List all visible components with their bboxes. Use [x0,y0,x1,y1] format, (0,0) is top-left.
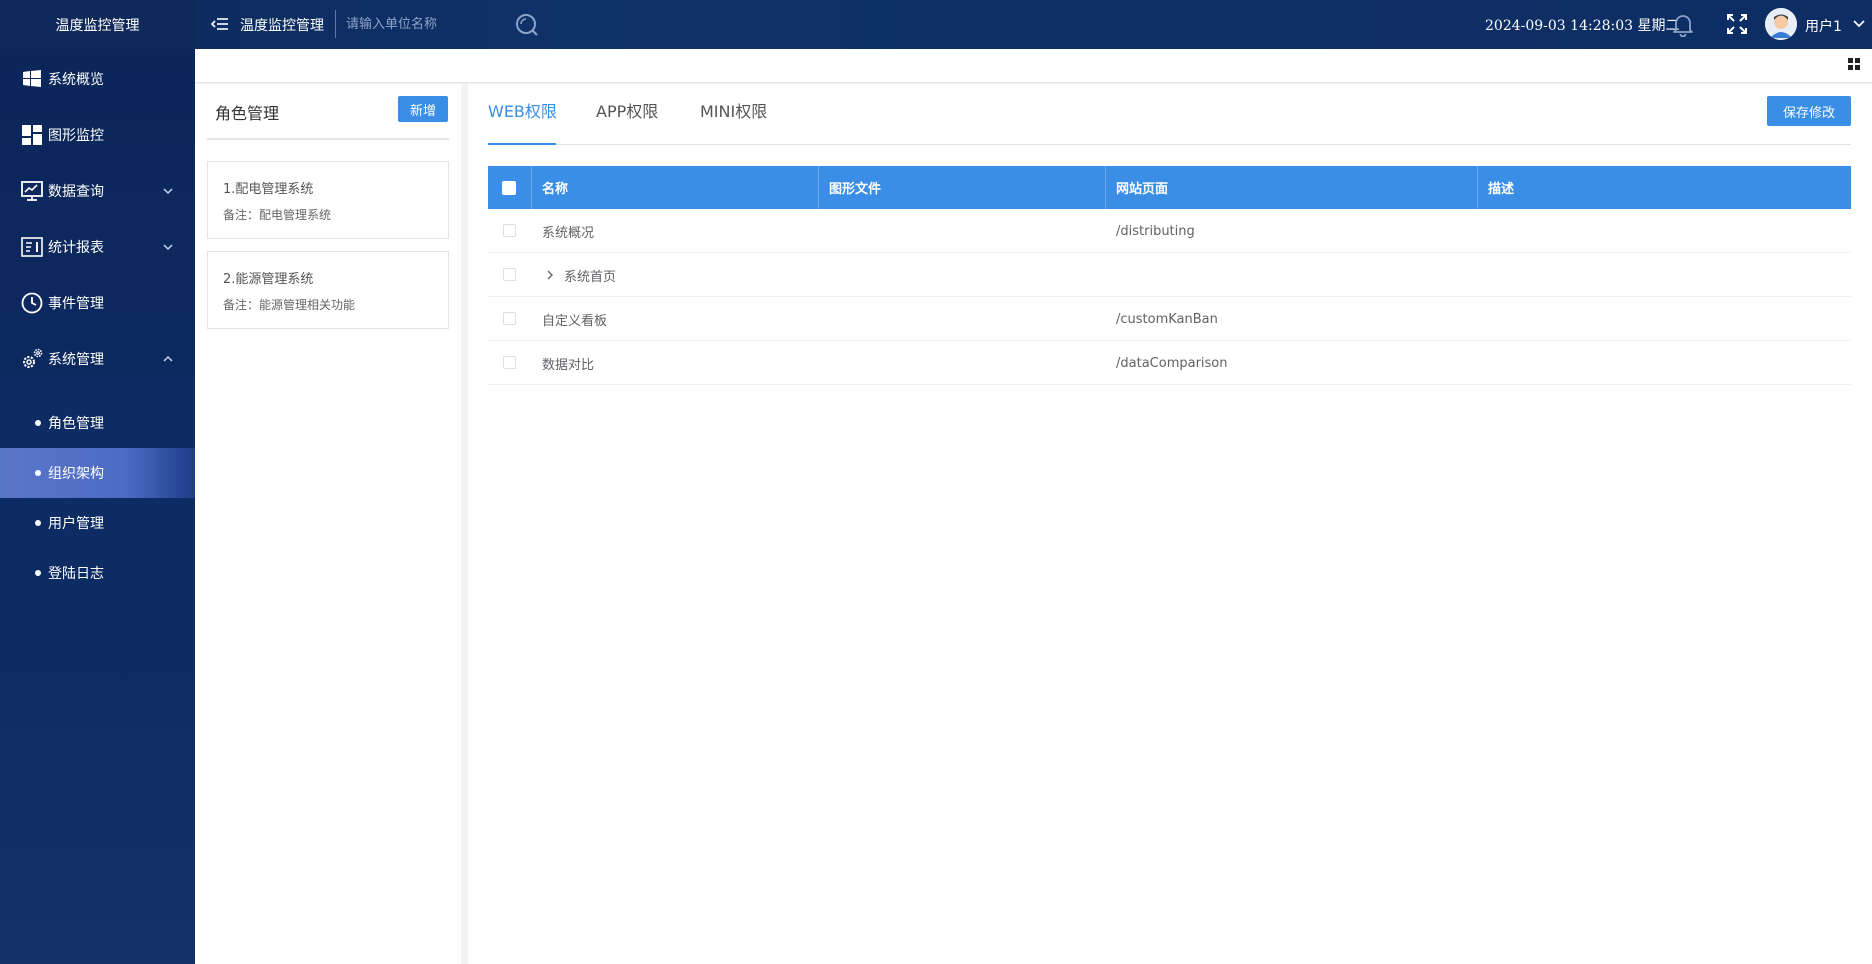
sidebar-item-label: 统计报表 [48,240,104,256]
column-header-file: 图形文件 [819,166,1106,209]
sidebar-item-label: 系统管理 [48,352,104,368]
role-name: 2.能源管理系统 [223,272,314,287]
sidebar-item-label: 图形监控 [48,128,104,144]
chevron-down-icon [163,188,173,195]
clock-icon [21,292,43,314]
cell-name: 系统概况 [542,225,595,241]
bell-icon[interactable] [1670,11,1696,37]
top-bar: 温度监控管理 温度监控管理 2024-09-03 14:28:03 星期二 [0,0,1872,49]
cell-page: /distributing [1116,223,1195,239]
select-all-checkbox[interactable] [502,181,516,195]
sidebar-subitem-organization[interactable]: 组织架构 [0,448,195,498]
column-header-name: 名称 [532,166,819,209]
sidebar-item-events[interactable]: 事件管理 [0,275,195,331]
row-checkbox[interactable] [503,312,516,325]
table-row: 系统概况 /distributing [488,209,1851,253]
column-header-desc: 描述 [1488,182,1515,197]
sidebar-item-label: 数据查询 [48,184,104,200]
divider [207,138,449,140]
tab-mini-permission[interactable]: MINI权限 [700,98,767,122]
tab-app-permission[interactable]: APP权限 [596,98,658,122]
search-input[interactable] [346,12,506,36]
row-checkbox[interactable] [503,224,516,237]
tab-baseline [488,144,1851,145]
row-checkbox[interactable] [503,356,516,369]
avatar[interactable] [1765,8,1797,40]
cell-page: /customKanBan [1116,311,1218,327]
report-icon [21,237,43,257]
chevron-down-icon[interactable] [1852,18,1866,30]
bullet-dot [35,570,41,576]
app-brand: 温度监控管理 [0,0,195,49]
role-name: 1.配电管理系统 [223,182,314,197]
sidebar-subitem-role-management[interactable]: 角色管理 [0,398,195,448]
role-note: 备注：配电管理系统 [223,208,332,222]
sidebar-item-system-management[interactable]: 系统管理 [0,331,195,387]
permission-panel: WEB权限 APP权限 MINI权限 保存修改 名称 图形文件 网站页面 描述 … [468,84,1872,964]
user-avatar-icon [1765,8,1797,40]
cell-page: /dataComparison [1116,355,1228,371]
fullscreen-icon[interactable] [1726,13,1748,35]
chevron-right-icon[interactable] [545,269,555,281]
header-title: 温度监控管理 [240,18,324,34]
bullet-dot [35,520,41,526]
role-card[interactable]: 2.能源管理系统 备注：能源管理相关功能 [207,251,449,329]
sidebar-subitem-login-log[interactable]: 登陆日志 [0,548,195,598]
search-icon[interactable] [514,12,540,38]
sidebar-item-graphic-monitor[interactable]: 图形监控 [0,107,195,163]
grid-icon[interactable] [1848,58,1860,70]
role-card[interactable]: 1.配电管理系统 备注：配电管理系统 [207,161,449,239]
username[interactable]: 用户1 [1805,16,1842,36]
panel-gutter [461,84,468,964]
tab-web-permission[interactable]: WEB权限 [488,98,557,122]
windows-icon [23,70,41,87]
sidebar-item-statistics[interactable]: 统计报表 [0,219,195,275]
tab-strip [195,49,1872,83]
sidebar-subitem-label: 组织架构 [48,466,104,482]
sidebar-item-label: 事件管理 [48,296,104,312]
sidebar-item-overview[interactable]: 系统概览 [0,51,195,107]
table-row: 系统首页 [488,253,1851,297]
sidebar-item-label: 系统概览 [48,72,104,88]
dashboard-icon [22,125,42,145]
sidebar-subitem-label: 登陆日志 [48,566,104,582]
role-panel: 角色管理 新增 1.配电管理系统 备注：配电管理系统 2.能源管理系统 备注：能… [195,84,461,964]
role-panel-title: 角色管理 [215,104,280,123]
chevron-up-icon [163,355,173,362]
sidebar: 系统概览 图形监控 数据查询 统计报表 事件管理 系统管理 角色管理 组织架构 … [0,49,195,964]
sidebar-subitem-user-management[interactable]: 用户管理 [0,498,195,548]
table-header: 名称 图形文件 网站页面 描述 [488,166,1851,209]
cell-name: 系统首页 [564,269,617,285]
sidebar-subitem-label: 角色管理 [48,416,104,432]
cell-name: 自定义看板 [542,313,608,329]
sidebar-subitem-label: 用户管理 [48,516,104,532]
add-role-button[interactable]: 新增 [398,96,448,122]
bullet-dot [35,470,41,476]
table-row: 自定义看板 /customKanBan [488,297,1851,341]
bullet-dot [35,420,41,426]
sidebar-item-data-query[interactable]: 数据查询 [0,163,195,219]
cell-name: 数据对比 [542,357,595,373]
role-note: 备注：能源管理相关功能 [223,298,356,312]
gears-icon [23,348,43,368]
datetime-display: 2024-09-03 14:28:03 星期二 [1485,18,1680,34]
chevron-down-icon [163,244,173,251]
column-header-page: 网站页面 [1106,166,1478,209]
select-all-cell [488,166,532,209]
header-divider [335,10,336,38]
table-row: 数据对比 /dataComparison [488,341,1851,385]
monitor-icon [21,181,43,201]
row-checkbox[interactable] [503,268,516,281]
menu-collapse-icon[interactable] [210,14,230,34]
active-tab-indicator [488,143,556,145]
save-changes-button[interactable]: 保存修改 [1767,96,1851,126]
